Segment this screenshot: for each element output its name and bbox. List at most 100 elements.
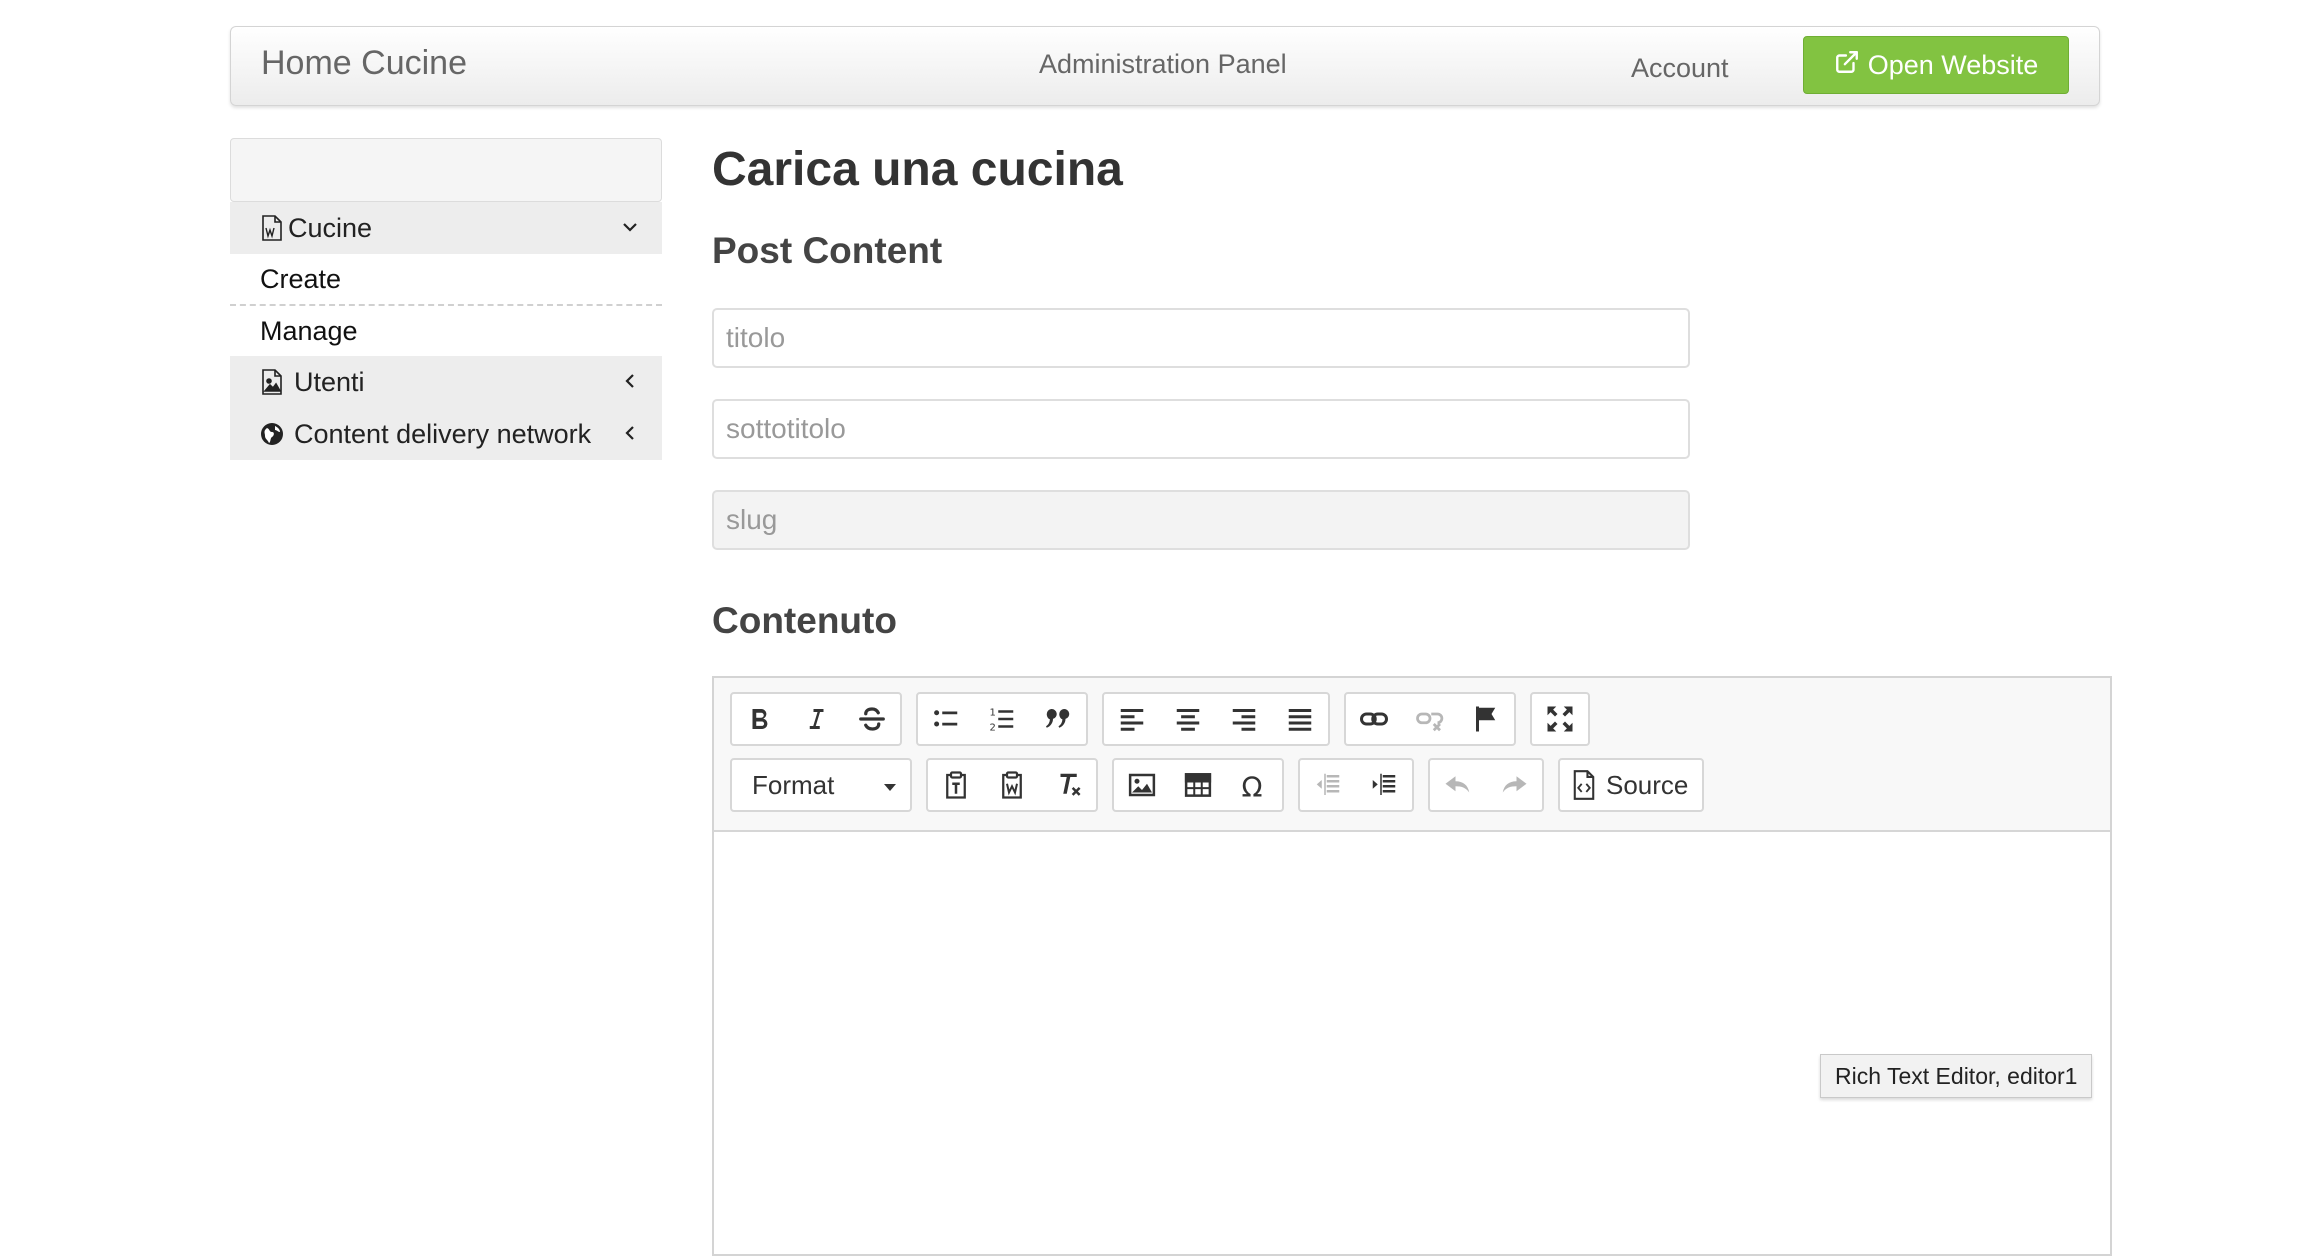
remove-format-button[interactable] bbox=[1040, 760, 1096, 810]
bulleted-list-icon bbox=[934, 710, 958, 727]
sidebar-group-label: Utenti bbox=[294, 366, 365, 397]
anchor-button[interactable] bbox=[1458, 694, 1514, 744]
italic-button[interactable] bbox=[788, 694, 844, 744]
content-heading: Contenuto bbox=[712, 600, 897, 641]
account-menu[interactable]: Account bbox=[1631, 53, 1729, 84]
italic-icon bbox=[809, 709, 824, 729]
indent-group bbox=[1298, 758, 1414, 812]
unlink-icon bbox=[1416, 712, 1444, 732]
align-center-button[interactable] bbox=[1160, 694, 1216, 744]
globe-icon bbox=[260, 421, 284, 447]
chevron-left-icon bbox=[625, 374, 634, 388]
sidebar-group-cucine[interactable]: Cucine bbox=[230, 202, 662, 254]
clipboard-group bbox=[926, 758, 1098, 812]
indent-button[interactable] bbox=[1356, 760, 1412, 810]
paste-from-word-icon bbox=[1002, 771, 1022, 799]
open-website-label: Open Website bbox=[1867, 49, 2039, 80]
maximize-icon bbox=[1547, 706, 1573, 732]
tools-group bbox=[1530, 692, 1590, 746]
post-content-heading: Post Content bbox=[712, 230, 943, 271]
chevron-down-icon bbox=[623, 223, 637, 232]
undo-icon bbox=[1445, 776, 1470, 793]
panel-title: Administration Panel bbox=[1039, 49, 1287, 79]
justify-button[interactable] bbox=[1272, 694, 1328, 744]
align-left-icon bbox=[1120, 709, 1144, 731]
table-icon bbox=[1184, 773, 1212, 797]
paste-from-word-button[interactable] bbox=[984, 760, 1040, 810]
image-button[interactable] bbox=[1114, 760, 1170, 810]
image-icon bbox=[1128, 773, 1156, 797]
bold-icon bbox=[752, 708, 768, 730]
maximize-button[interactable] bbox=[1532, 694, 1588, 744]
undo-button[interactable] bbox=[1430, 760, 1486, 810]
svg-text:2: 2 bbox=[990, 722, 996, 733]
editor-toolbar: 12 Format Ω Source bbox=[714, 678, 2110, 832]
redo-icon bbox=[1502, 776, 1527, 793]
unlink-button[interactable] bbox=[1402, 694, 1458, 744]
redo-button[interactable] bbox=[1486, 760, 1542, 810]
align-right-button[interactable] bbox=[1216, 694, 1272, 744]
sidebar-group-cdn[interactable]: Content delivery network bbox=[230, 408, 662, 460]
remove-format-icon bbox=[1060, 773, 1081, 796]
insert-group: Ω bbox=[1112, 758, 1284, 812]
bold-button[interactable] bbox=[732, 694, 788, 744]
flag-icon bbox=[1476, 706, 1496, 732]
source-button[interactable]: Source bbox=[1560, 760, 1702, 810]
chevron-left-icon bbox=[625, 426, 634, 440]
omega-icon: Ω bbox=[1242, 771, 1263, 800]
format-dropdown[interactable]: Format bbox=[730, 758, 912, 812]
brand-title[interactable]: Home Cucine bbox=[261, 44, 467, 83]
blockquote-icon bbox=[1046, 709, 1070, 728]
align-center-icon bbox=[1176, 709, 1200, 731]
outdent-icon bbox=[1316, 773, 1340, 795]
external-link-icon bbox=[1834, 49, 1860, 82]
link-button[interactable] bbox=[1346, 694, 1402, 744]
bulleted-list-button[interactable] bbox=[918, 694, 974, 744]
numbered-list-icon: 12 bbox=[990, 707, 1014, 733]
word-document-icon bbox=[260, 215, 284, 241]
subtitle-input[interactable] bbox=[712, 399, 1690, 459]
sidebar-group-utenti[interactable]: Utenti bbox=[230, 356, 662, 408]
list-group: 12 bbox=[916, 692, 1088, 746]
format-label: Format bbox=[752, 769, 835, 800]
editor-content-area[interactable] bbox=[714, 830, 2110, 1254]
sidebar-item-create[interactable]: Create bbox=[230, 254, 662, 306]
source-icon bbox=[1573, 770, 1595, 800]
sidebar-search-box[interactable] bbox=[230, 138, 662, 202]
table-button[interactable] bbox=[1170, 760, 1226, 810]
alignment-group bbox=[1102, 692, 1330, 746]
paste-text-icon bbox=[946, 771, 966, 799]
special-character-button[interactable]: Ω bbox=[1226, 760, 1282, 810]
image-file-icon bbox=[260, 369, 284, 395]
sidebar-group-label: Cucine bbox=[288, 212, 373, 243]
page-title: Carica una cucina bbox=[712, 143, 1123, 196]
justify-icon bbox=[1288, 709, 1312, 731]
strikethrough-button[interactable] bbox=[844, 694, 900, 744]
strikethrough-icon bbox=[859, 707, 885, 731]
title-input[interactable] bbox=[712, 308, 1690, 368]
top-navbar: Home Cucine Administration Panel Account… bbox=[230, 26, 2100, 106]
source-group: Source bbox=[1558, 758, 1705, 812]
basic-styles-group bbox=[730, 692, 902, 746]
slug-input[interactable] bbox=[712, 490, 1690, 550]
history-group bbox=[1428, 758, 1544, 812]
sidebar-item-manage[interactable]: Manage bbox=[230, 306, 662, 356]
align-left-button[interactable] bbox=[1104, 694, 1160, 744]
indent-icon bbox=[1372, 773, 1396, 795]
svg-text:Ω: Ω bbox=[1242, 771, 1263, 800]
source-label: Source bbox=[1606, 769, 1689, 800]
editor-tooltip: Rich Text Editor, editor1 bbox=[1820, 1054, 2093, 1098]
paste-text-button[interactable] bbox=[928, 760, 984, 810]
outdent-button[interactable] bbox=[1300, 760, 1356, 810]
caret-down-icon bbox=[884, 784, 896, 791]
link-icon bbox=[1360, 712, 1388, 726]
sidebar-group-label: Content delivery network bbox=[294, 418, 592, 449]
svg-text:1: 1 bbox=[990, 707, 996, 718]
numbered-list-button[interactable]: 12 bbox=[974, 694, 1030, 744]
align-right-icon bbox=[1232, 709, 1256, 731]
blockquote-button[interactable] bbox=[1030, 694, 1086, 744]
sidebar: Cucine Create Manage Utenti Content deli… bbox=[230, 138, 662, 460]
link-group bbox=[1344, 692, 1516, 746]
open-website-button[interactable]: Open Website bbox=[1803, 36, 2069, 94]
rich-text-editor: 12 Format Ω Source Rich Text Editor, edi… bbox=[712, 676, 2112, 1256]
